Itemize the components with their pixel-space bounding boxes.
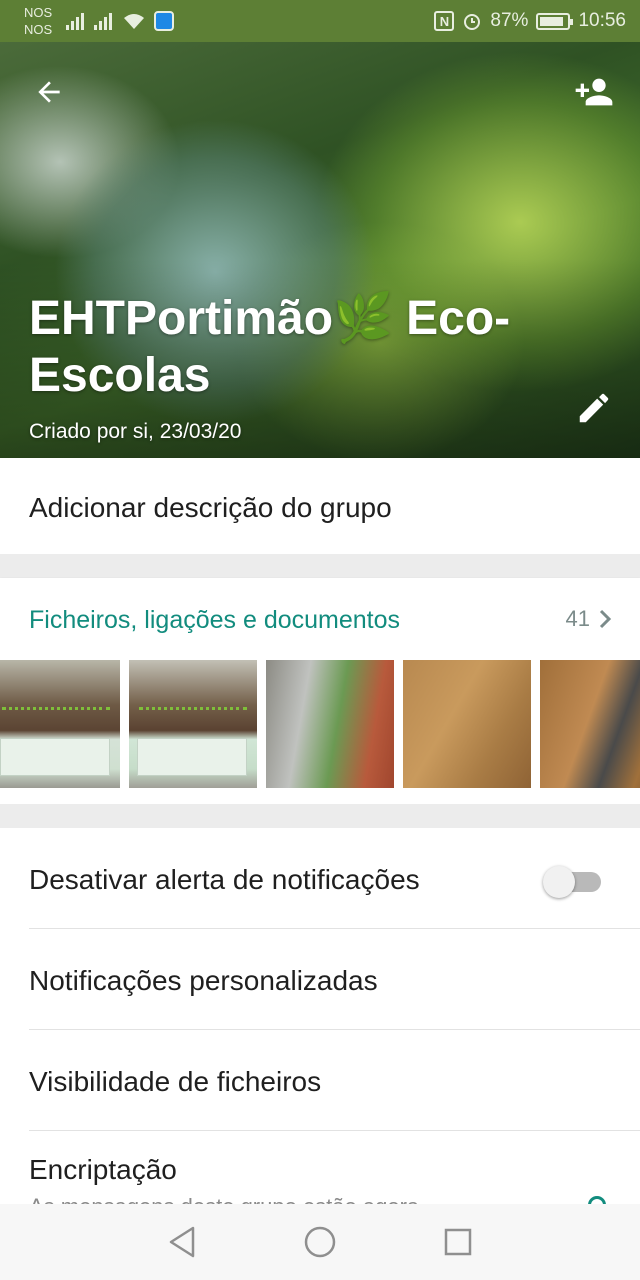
mute-notifications-label: Desativar alerta de notificações	[29, 864, 420, 895]
encryption-label: Encriptação	[29, 1154, 177, 1185]
battery-percent: 87%	[490, 10, 529, 31]
group-header: EHTPortimão🌿 Eco-Escolas Criado por si, …	[0, 42, 640, 458]
signal-icon	[94, 12, 113, 30]
media-thumbnails	[0, 660, 640, 788]
toggle-knob	[543, 866, 575, 898]
carrier-1: NOS	[24, 5, 53, 20]
thumbnail-label-card	[0, 738, 110, 776]
media-thumbnail[interactable]	[540, 660, 640, 788]
divider	[29, 1130, 640, 1131]
group-description-section[interactable]: Adicionar descrição do grupo	[0, 458, 640, 554]
custom-notifications-row[interactable]: Notificações personalizadas	[29, 965, 640, 997]
carrier-labels: NOS NOS	[24, 4, 52, 38]
sprouts	[139, 688, 247, 710]
group-created-info: Criado por si, 23/03/20	[29, 420, 242, 443]
add-description-label: Adicionar descrição do grupo	[29, 492, 392, 523]
nav-home-button[interactable]	[294, 1216, 346, 1268]
status-bar: NOS NOS N 87% 10:56	[0, 0, 640, 42]
chevron-right-icon	[599, 609, 612, 629]
media-section-title[interactable]: Ficheiros, ligações e documentos	[29, 606, 400, 635]
recents-square-icon	[444, 1228, 472, 1256]
thumbnail-label-card	[137, 738, 247, 776]
section-gap	[0, 554, 640, 578]
back-button[interactable]	[25, 68, 73, 116]
clock: 10:56	[578, 10, 626, 31]
nav-back-button[interactable]	[156, 1216, 208, 1268]
encryption-row[interactable]: Encriptação	[29, 1154, 640, 1186]
media-thumbnail[interactable]	[266, 660, 394, 788]
signal-icon	[66, 12, 85, 30]
media-section: Ficheiros, ligações e documentos 41	[0, 578, 640, 804]
edit-group-name-button[interactable]	[570, 384, 618, 432]
divider	[29, 1029, 640, 1030]
add-participant-button[interactable]	[570, 68, 618, 116]
divider	[29, 928, 640, 929]
custom-notifications-label: Notificações personalizadas	[29, 965, 378, 996]
back-triangle-icon	[169, 1226, 195, 1258]
wifi-icon	[124, 14, 145, 29]
section-gap	[0, 804, 640, 828]
home-circle-icon	[304, 1226, 336, 1258]
media-count-link[interactable]: 41	[566, 606, 612, 632]
media-thumbnail[interactable]	[403, 660, 531, 788]
media-thumbnail[interactable]	[129, 660, 257, 788]
mute-toggle[interactable]	[543, 865, 601, 898]
add-participant-icon	[575, 78, 613, 106]
shield-app-icon	[154, 11, 175, 31]
sprouts	[2, 688, 110, 710]
nav-recents-button[interactable]	[432, 1216, 484, 1268]
media-visibility-row[interactable]: Visibilidade de ficheiros	[29, 1066, 640, 1098]
battery-fill	[540, 16, 564, 26]
media-thumbnail[interactable]	[0, 660, 120, 788]
system-nav-bar	[0, 1204, 640, 1280]
nfc-icon: N	[434, 11, 455, 31]
alarm-icon	[464, 14, 481, 30]
media-count: 41	[565, 606, 590, 631]
edit-pencil-icon	[579, 393, 609, 423]
media-visibility-label: Visibilidade de ficheiros	[29, 1066, 322, 1097]
settings-section: Desativar alerta de notificações Notific…	[0, 828, 640, 1219]
carrier-2: NOS	[24, 22, 53, 37]
group-title: EHTPortimão🌿 Eco-Escolas	[29, 292, 511, 402]
battery-icon	[536, 12, 574, 30]
back-arrow-icon	[38, 81, 60, 103]
